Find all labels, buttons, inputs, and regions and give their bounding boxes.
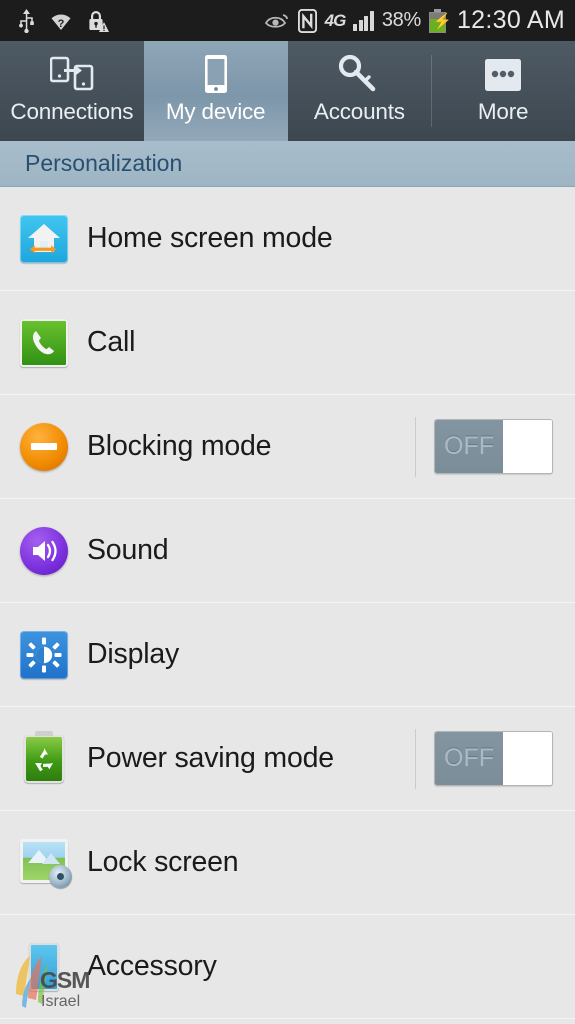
list-item-label: Blocking mode (87, 430, 272, 462)
status-bar: ? 4G 38% ⚡ 12:30 AM (0, 0, 575, 41)
blocking-mode-icon (20, 422, 68, 471)
call-phone-icon (20, 318, 68, 367)
power-saving-icon (20, 730, 68, 783)
list-item-label: Accessory (87, 950, 217, 982)
vertical-divider (415, 416, 416, 477)
list-item-power-saving-mode[interactable]: Power saving mode OFF (0, 707, 575, 811)
list-item-label: Lock screen (87, 846, 239, 878)
toggle-state-label: OFF (435, 732, 503, 785)
smart-stay-eye-icon (264, 12, 290, 30)
key-icon (338, 53, 380, 97)
list-item-home-screen-mode[interactable]: Home screen mode (0, 187, 575, 291)
clock-label: 12:30 AM (456, 6, 565, 34)
tab-accounts[interactable]: Accounts (288, 41, 432, 141)
settings-list: Home screen mode Call Blocking mode OFF … (0, 187, 575, 1019)
list-item-label: Display (87, 638, 180, 670)
list-item-blocking-mode[interactable]: Blocking mode OFF (0, 395, 575, 499)
usb-icon (18, 8, 35, 33)
list-item-label: Sound (87, 534, 169, 566)
vertical-divider (415, 728, 416, 789)
list-item-display[interactable]: Display (0, 603, 575, 707)
wifi-question-icon: ? (49, 11, 73, 31)
accessory-icon (20, 942, 68, 991)
list-item-accessory: OFF (415, 707, 575, 810)
device-phone-icon (201, 53, 231, 97)
tab-label: Accounts (313, 99, 405, 124)
list-item-accessory: OFF (415, 395, 575, 498)
section-title: Personalization (25, 150, 183, 176)
home-screen-mode-icon (20, 214, 68, 263)
tab-more[interactable]: More (431, 41, 575, 141)
toggle-track (503, 732, 552, 785)
list-item-label: Home screen mode (87, 222, 333, 254)
toggle-track (503, 420, 552, 473)
tab-my-device[interactable]: My device (143, 41, 288, 141)
power-saving-mode-toggle[interactable]: OFF (434, 731, 553, 786)
signal-bars-icon (353, 10, 374, 31)
toggle-state-label: OFF (435, 420, 503, 473)
status-bar-right-icons: 4G 38% ⚡ 12:30 AM (264, 6, 565, 35)
status-bar-left-icons: ? (18, 8, 109, 33)
svg-text:?: ? (58, 18, 65, 30)
lock-warning-icon (87, 9, 109, 33)
tab-label: More (477, 99, 529, 124)
tab-connections[interactable]: Connections (0, 41, 144, 141)
tab-label: My device (165, 99, 266, 124)
section-header-personalization: Personalization (0, 141, 575, 187)
list-item-lock-screen[interactable]: Lock screen (0, 811, 575, 915)
android-settings-screen: ? 4G 38% ⚡ 12:30 AM Connections My devic… (0, 0, 575, 1024)
list-item-accessory-setting[interactable]: Accessory (0, 915, 575, 1019)
battery-charging-icon: ⚡ (428, 8, 452, 33)
lock-screen-icon (20, 838, 72, 888)
list-item-sound[interactable]: Sound (0, 499, 575, 603)
nfc-icon (297, 8, 317, 33)
tab-label: Connections (10, 99, 134, 124)
list-item-label: Power saving mode (87, 742, 334, 774)
blocking-mode-toggle[interactable]: OFF (434, 419, 553, 474)
connections-icon (49, 53, 94, 97)
sound-speaker-icon (20, 526, 68, 575)
list-item-label: Call (87, 326, 136, 358)
more-dots-icon (484, 53, 522, 97)
display-brightness-icon (20, 630, 68, 679)
settings-tab-bar: Connections My device Accounts More (0, 41, 575, 141)
list-item-call[interactable]: Call (0, 291, 575, 395)
network-4g-icon: 4G (324, 10, 347, 30)
battery-percent-label: 38% (381, 9, 421, 31)
